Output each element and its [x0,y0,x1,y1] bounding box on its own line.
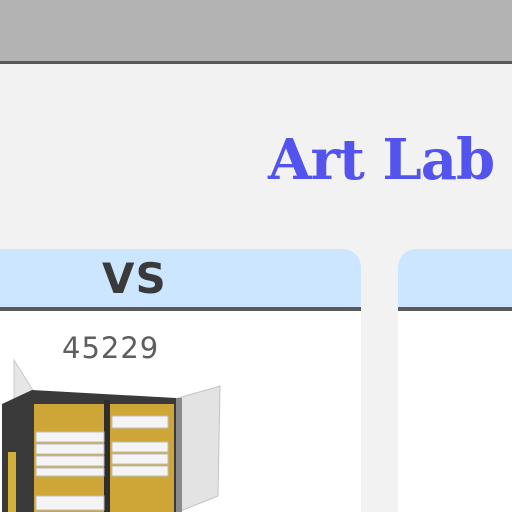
product-card-title: VS [102,254,167,303]
page: Art Lab VS 45229 [0,0,512,512]
top-bar [0,0,512,64]
site-logo-text[interactable]: Art Lab [268,128,495,192]
storage-cabinet-icon[interactable] [0,356,230,512]
product-card-next[interactable] [398,249,512,512]
product-card-header [0,249,361,311]
product-card-next-header [398,249,512,311]
